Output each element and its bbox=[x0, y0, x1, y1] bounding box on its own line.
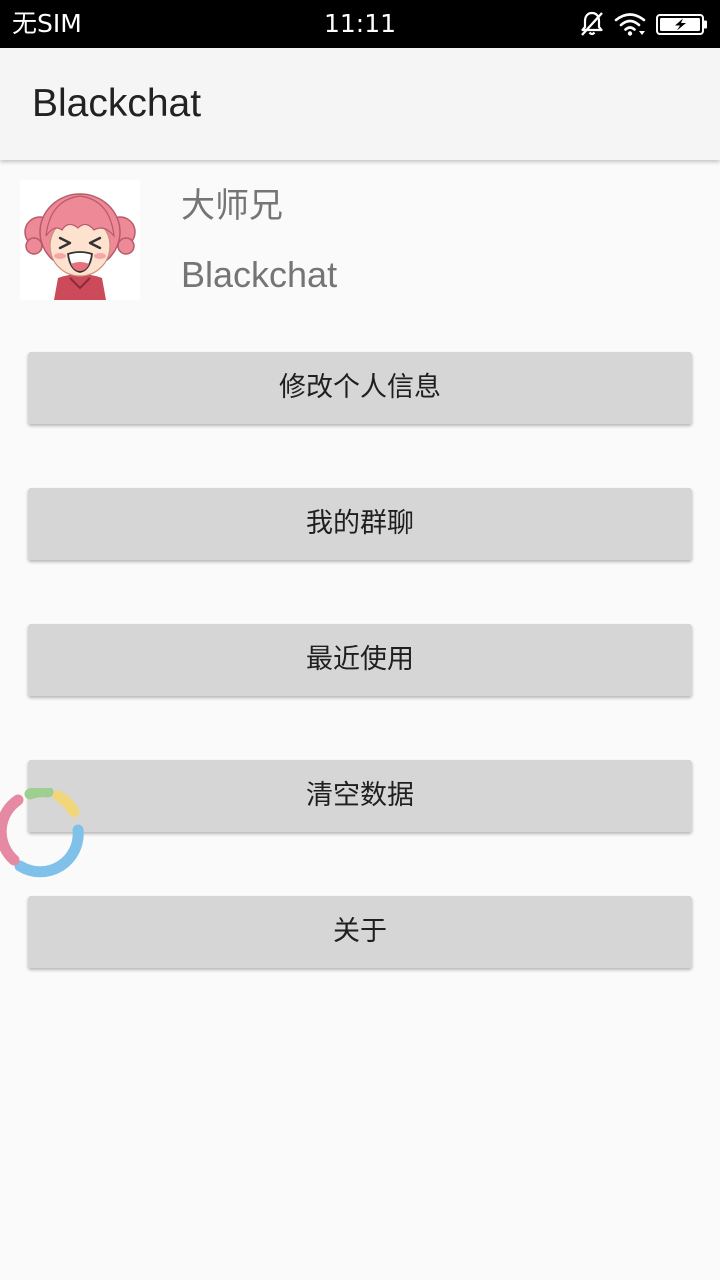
bell-muted-icon bbox=[580, 11, 604, 37]
about-button[interactable]: 关于 bbox=[28, 896, 692, 968]
profile-subtitle: Blackchat bbox=[181, 254, 338, 295]
wifi-icon bbox=[614, 12, 646, 36]
recently-used-button[interactable]: 最近使用 bbox=[28, 624, 692, 696]
battery-charging-icon bbox=[656, 12, 708, 36]
avatar[interactable] bbox=[20, 180, 140, 300]
app-bar: Blackchat bbox=[0, 48, 720, 160]
clear-data-button[interactable]: 清空数据 bbox=[28, 760, 692, 832]
profile-header: 大师兄 Blackchat bbox=[0, 160, 720, 310]
floating-assistant-icon[interactable] bbox=[0, 786, 84, 878]
my-group-chats-button[interactable]: 我的群聊 bbox=[28, 488, 692, 560]
profile-name: 大师兄 bbox=[181, 186, 283, 226]
status-bar: 无SIM 11:11 bbox=[0, 0, 720, 48]
edit-profile-button[interactable]: 修改个人信息 bbox=[28, 352, 692, 424]
app-title: Blackchat bbox=[32, 82, 202, 125]
status-icons bbox=[580, 10, 708, 38]
